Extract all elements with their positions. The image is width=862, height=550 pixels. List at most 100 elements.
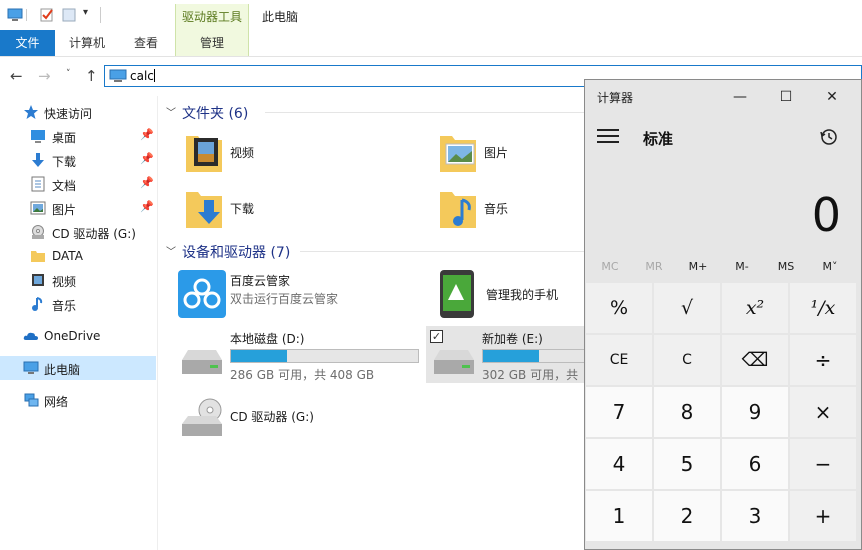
square-button[interactable]: x²	[722, 283, 788, 333]
nav-cd-drive[interactable]: CD 驱动器 (G:)	[0, 220, 156, 244]
folder-videos[interactable]: 视频	[184, 130, 384, 182]
download-icon	[30, 152, 46, 168]
device-baidu-cloud[interactable]: 百度云管家 双击运行百度云管家	[178, 270, 418, 320]
calculator-display: 0	[811, 188, 841, 242]
recent-locations-chevron-icon[interactable]: ˅	[66, 69, 71, 79]
clear-entry-button[interactable]: CE	[586, 335, 652, 385]
download-folder-icon	[186, 192, 222, 228]
navigation-pane: 快速访问 桌面 📌 下载 📌 文档 📌 图片 📌 CD 驱动器 (G:) DAT…	[0, 96, 158, 550]
pin-icon[interactable]: 📌	[140, 176, 154, 189]
section-divider	[265, 112, 585, 113]
tab-file[interactable]: 文件	[0, 30, 55, 56]
maximize-button[interactable]: ☐	[763, 84, 809, 110]
divide-button[interactable]: ÷	[790, 335, 856, 385]
tab-manage[interactable]: 管理	[175, 30, 249, 56]
context-tab-header: 驱动器工具	[175, 4, 249, 30]
multiply-button[interactable]: ×	[790, 387, 856, 437]
calculator-mode: 标准	[643, 130, 674, 148]
new-folder-icon[interactable]	[62, 8, 76, 22]
back-arrow-icon[interactable]: ←	[10, 67, 23, 85]
digit-2-button[interactable]: 2	[654, 491, 720, 541]
reciprocal-button[interactable]: ¹/x	[790, 283, 856, 333]
memory-store-button[interactable]: MS	[761, 260, 811, 273]
picture-folder-icon	[440, 136, 476, 172]
tab-computer[interactable]: 计算机	[60, 30, 114, 56]
digit-6-button[interactable]: 6	[722, 439, 788, 489]
memory-recall-button[interactable]: MR	[629, 260, 679, 273]
video-folder-icon	[186, 136, 222, 172]
memory-clear-button[interactable]: MC	[585, 260, 635, 273]
music-icon	[30, 296, 46, 312]
drive-d-usage-bar	[230, 349, 419, 363]
customize-qat-icon[interactable]: ▾	[83, 7, 88, 18]
network-icon	[23, 392, 39, 408]
address-input[interactable]: calc	[130, 69, 155, 83]
window-title: 此电脑	[262, 10, 299, 24]
tab-view[interactable]: 查看	[120, 30, 172, 56]
digit-5-button[interactable]: 5	[654, 439, 720, 489]
onedrive-icon	[23, 328, 39, 344]
clear-button[interactable]: C	[654, 335, 720, 385]
percent-button[interactable]: %	[586, 283, 652, 333]
digit-8-button[interactable]: 8	[654, 387, 720, 437]
nav-quick-access[interactable]: 快速访问	[0, 100, 156, 124]
subtract-button[interactable]: −	[790, 439, 856, 489]
hard-drive-icon	[182, 350, 222, 374]
memory-subtract-button[interactable]: M-	[717, 260, 767, 273]
quick-access-toolbar: ▾ 驱动器工具 此电脑	[0, 0, 862, 32]
nav-music[interactable]: 音乐	[0, 292, 156, 316]
properties-icon[interactable]	[40, 8, 54, 22]
device-phone-manager[interactable]: 管理我的手机	[434, 270, 584, 320]
square-root-button[interactable]: √	[654, 283, 720, 333]
menu-hamburger-icon[interactable]	[597, 129, 619, 145]
ribbon-tabs: 文件 计算机 查看 管理	[0, 30, 862, 57]
nav-onedrive[interactable]: OneDrive	[0, 324, 156, 348]
close-button[interactable]: ✕	[809, 84, 855, 110]
backspace-button[interactable]: ⌫	[722, 335, 788, 385]
folder-downloads[interactable]: 下载	[184, 186, 384, 238]
pin-icon[interactable]: 📌	[140, 200, 154, 213]
nav-videos[interactable]: 视频	[0, 268, 156, 292]
nav-network[interactable]: 网络	[0, 388, 156, 412]
this-pc-icon	[23, 360, 39, 376]
history-icon[interactable]	[819, 127, 839, 147]
folder-music[interactable]: 音乐	[438, 186, 578, 238]
folders-section-header[interactable]: ﹀ 文件夹 (6)	[166, 103, 248, 123]
nav-desktop[interactable]: 桌面 📌	[0, 124, 156, 148]
nav-documents[interactable]: 文档 📌	[0, 172, 156, 196]
usage-fill	[231, 350, 288, 362]
drive-g-cd[interactable]: CD 驱动器 (G:)	[178, 396, 378, 446]
up-arrow-icon[interactable]: ↑	[85, 67, 98, 85]
pin-icon[interactable]: 📌	[140, 152, 154, 165]
drive-e[interactable]: 新加卷 (E:) 302 GB 可用，共	[430, 328, 671, 383]
nav-pictures[interactable]: 图片 📌	[0, 196, 156, 220]
phone-manager-icon	[440, 270, 474, 318]
cd-drive-icon	[30, 224, 46, 240]
minimize-button[interactable]: —	[717, 84, 763, 110]
memory-add-button[interactable]: M+	[673, 260, 723, 273]
nav-this-pc[interactable]: 此电脑	[0, 356, 156, 380]
digit-4-button[interactable]: 4	[586, 439, 652, 489]
nav-downloads[interactable]: 下载 📌	[0, 148, 156, 172]
cd-drive-icon	[182, 398, 222, 436]
drive-d[interactable]: 本地磁盘 (D:) 286 GB 可用，共 408 GB	[178, 328, 428, 383]
digit-7-button[interactable]: 7	[586, 387, 652, 437]
separator	[100, 7, 101, 23]
memory-list-button[interactable]: M˅	[805, 260, 855, 273]
chevron-down-icon: ﹀	[166, 247, 176, 258]
memory-row: MC MR M+ M- MS M˅	[585, 260, 861, 280]
pin-icon[interactable]: 📌	[140, 128, 154, 141]
baidu-cloud-icon	[178, 270, 226, 318]
devices-section-header[interactable]: ﹀ 设备和驱动器 (7)	[166, 242, 290, 262]
nav-data-folder[interactable]: DATA	[0, 244, 156, 268]
usage-fill	[483, 350, 540, 362]
add-button[interactable]: +	[790, 491, 856, 541]
digit-9-button[interactable]: 9	[722, 387, 788, 437]
folder-icon	[30, 248, 46, 264]
folder-pictures[interactable]: 图片	[438, 130, 578, 182]
forward-arrow-icon[interactable]: →	[38, 67, 51, 85]
separator	[26, 9, 27, 21]
desktop-icon	[30, 128, 46, 144]
digit-3-button[interactable]: 3	[722, 491, 788, 541]
digit-1-button[interactable]: 1	[586, 491, 652, 541]
